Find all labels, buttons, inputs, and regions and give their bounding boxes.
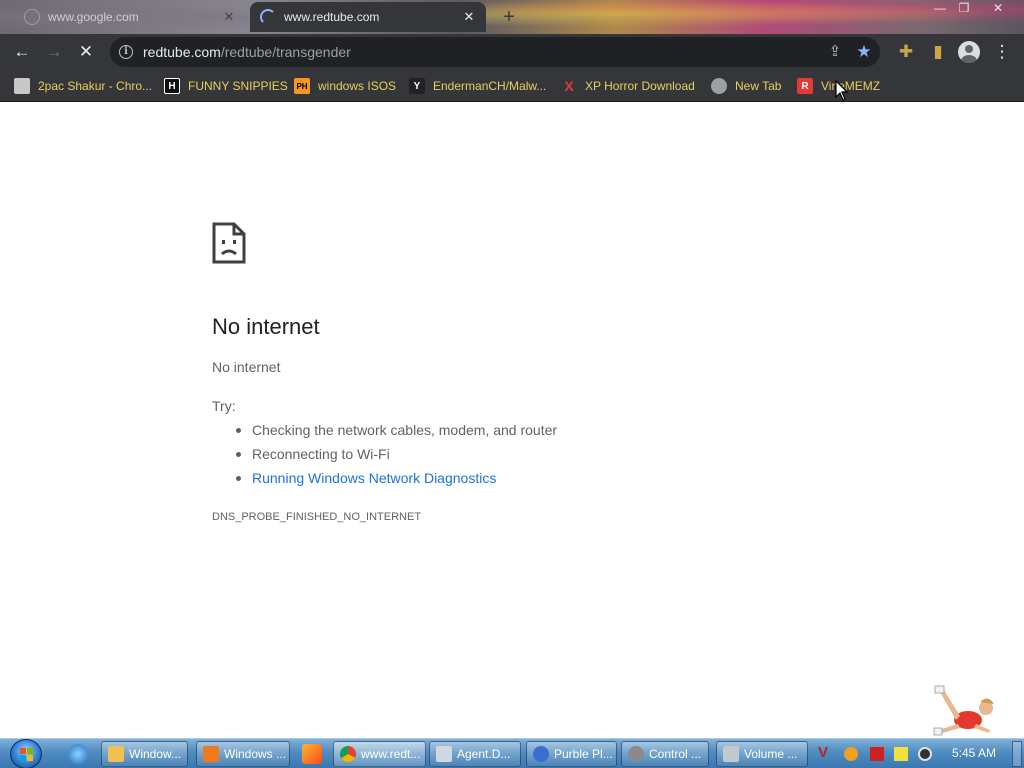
sad-document-icon bbox=[212, 222, 246, 264]
tab-strip: www.google.com ✕ www.redtube.com ✕ + — ❐… bbox=[0, 0, 1024, 34]
shop-icon bbox=[14, 78, 30, 94]
bookmark-label: New Tab bbox=[735, 79, 782, 93]
taskbar-item-label: Window... bbox=[129, 747, 182, 761]
taskbar-item-agent[interactable]: Agent.D... bbox=[429, 741, 521, 767]
loading-spinner-icon bbox=[260, 9, 276, 25]
url-path: /redtube/transgender bbox=[220, 44, 351, 60]
restore-button[interactable]: ❐ bbox=[950, 0, 978, 18]
error-code: DNS_PROBE_FINISHED_NO_INTERNET bbox=[212, 511, 422, 523]
close-tab-icon[interactable]: ✕ bbox=[222, 9, 236, 25]
suggestions-list: Checking the network cables, modem, and … bbox=[235, 422, 557, 494]
tab-title: www.redtube.com bbox=[284, 10, 380, 24]
ph-logo-icon: PH bbox=[294, 78, 310, 94]
tab-google[interactable]: www.google.com ✕ bbox=[14, 2, 246, 32]
bookmark-label: EndermanCH/Malw... bbox=[433, 79, 547, 93]
flag-tray-icon[interactable] bbox=[870, 747, 884, 761]
taskbar-item-label: Control ... bbox=[649, 747, 702, 761]
tab-redtube[interactable]: www.redtube.com ✕ bbox=[250, 2, 486, 32]
taskbar-item-label: Windows ... bbox=[224, 747, 287, 761]
network-tray-icon[interactable] bbox=[918, 747, 932, 761]
bookmark-2pac[interactable]: 2pac Shakur - Chro... bbox=[14, 76, 152, 96]
taskbar-item-purble-place[interactable]: Purble Pl... bbox=[526, 741, 617, 767]
url-host: redtube.com bbox=[143, 44, 221, 60]
bookmark-endermanch[interactable]: Y EndermanCH/Malw... bbox=[409, 76, 546, 96]
windows-logo-icon bbox=[20, 748, 34, 762]
bookmarks-bar: 2pac Shakur - Chro... H FUNNY SNIPPIES P… bbox=[0, 70, 1024, 102]
close-window-button[interactable]: ✕ bbox=[984, 0, 1012, 18]
stop-loading-button[interactable]: ✕ bbox=[72, 38, 100, 66]
r-logo-icon: R bbox=[797, 78, 813, 94]
taskbar-item-volume[interactable]: Volume ... bbox=[716, 741, 808, 767]
tab-title: www.google.com bbox=[48, 10, 139, 24]
bookmark-label: 2pac Shakur - Chro... bbox=[38, 79, 153, 93]
internet-explorer-icon[interactable] bbox=[68, 744, 88, 764]
mouse-cursor-icon bbox=[835, 80, 849, 101]
taskbar-item-label: www.redt... bbox=[361, 747, 421, 761]
media-player-icon bbox=[203, 746, 219, 762]
taskbar-item-label: Agent.D... bbox=[457, 747, 511, 761]
window-icon bbox=[436, 746, 452, 762]
site-info-icon[interactable]: i bbox=[119, 45, 133, 59]
bookmark-label: windows ISOS bbox=[318, 79, 397, 93]
globe-icon bbox=[711, 78, 727, 94]
folder-icon bbox=[108, 746, 124, 762]
error-title: No internet bbox=[212, 314, 320, 339]
taskbar-item-chrome[interactable]: www.redt... bbox=[333, 741, 426, 767]
back-button[interactable]: ← bbox=[8, 38, 36, 66]
taskbar: Window... Windows ... www.redt... Agent.… bbox=[0, 738, 1024, 768]
purble-place-icon bbox=[533, 746, 549, 762]
y-logo-icon: Y bbox=[409, 78, 425, 94]
address-bar[interactable]: i redtube.com/redtube/transgender ⇪ ★ bbox=[110, 37, 880, 67]
bookmark-xp-horror[interactable]: X XP Horror Download bbox=[561, 76, 695, 96]
desktop-mascot-image bbox=[933, 685, 994, 736]
volume-icon bbox=[723, 746, 739, 762]
taskbar-item-label: Volume ... bbox=[744, 747, 798, 761]
url-text[interactable]: redtube.com/redtube/transgender bbox=[143, 44, 351, 60]
suggestion-item: Checking the network cables, modem, and … bbox=[235, 422, 557, 446]
side-panel-icon[interactable]: ▮ bbox=[924, 38, 952, 66]
forward-button[interactable]: → bbox=[40, 38, 68, 66]
show-desktop-button[interactable] bbox=[1012, 741, 1022, 767]
bookmark-star-icon[interactable]: ★ bbox=[854, 42, 874, 62]
close-tab-icon[interactable]: ✕ bbox=[462, 9, 476, 25]
bookmark-funny-snippies[interactable]: H FUNNY SNIPPIES bbox=[164, 76, 288, 96]
toolbar: ← → ✕ i redtube.com/redtube/transgender … bbox=[0, 34, 1024, 70]
try-label: Try: bbox=[212, 398, 236, 414]
chrome-icon bbox=[340, 746, 356, 762]
taskbar-item-control-panel[interactable]: Control ... bbox=[621, 741, 709, 767]
control-panel-icon bbox=[628, 746, 644, 762]
x-logo-icon: X bbox=[564, 78, 574, 94]
bookmark-label: XP Horror Download bbox=[585, 79, 695, 93]
start-button[interactable] bbox=[10, 739, 42, 768]
bookmark-label: FUNNY SNIPPIES bbox=[188, 79, 288, 93]
new-tab-button[interactable]: + bbox=[498, 6, 520, 28]
error-subtitle: No internet bbox=[212, 359, 281, 375]
profile-avatar-icon[interactable] bbox=[958, 41, 980, 63]
clock[interactable]: 5:45 AM bbox=[952, 746, 996, 760]
bookmark-new-tab[interactable]: New Tab bbox=[711, 76, 781, 96]
bookmark-label: VineMEMZ bbox=[821, 79, 881, 93]
notification-tray-icon[interactable] bbox=[894, 747, 908, 761]
bookmark-windows-isos[interactable]: PH windows ISOS bbox=[294, 76, 396, 96]
globe-icon bbox=[24, 9, 40, 25]
taskbar-item-explorer[interactable]: Window... bbox=[101, 741, 188, 767]
extensions-icon[interactable]: ✚ bbox=[892, 38, 920, 66]
menu-icon[interactable]: ⋮ bbox=[988, 38, 1016, 66]
network-diagnostics-link[interactable]: Running Windows Network Diagnostics bbox=[235, 470, 557, 494]
share-icon[interactable]: ⇪ bbox=[826, 43, 844, 61]
page-content: No internet No internet Try: Checking th… bbox=[0, 102, 1024, 738]
app-launcher-icon[interactable] bbox=[302, 744, 322, 764]
h-logo-icon: H bbox=[164, 78, 180, 94]
taskbar-item-label: Purble Pl... bbox=[554, 747, 613, 761]
taskbar-item-media-player[interactable]: Windows ... bbox=[196, 741, 290, 767]
search-tray-icon[interactable] bbox=[844, 747, 858, 761]
suggestion-item: Reconnecting to Wi-Fi bbox=[235, 446, 557, 470]
antivirus-tray-icon[interactable]: V bbox=[818, 744, 832, 761]
